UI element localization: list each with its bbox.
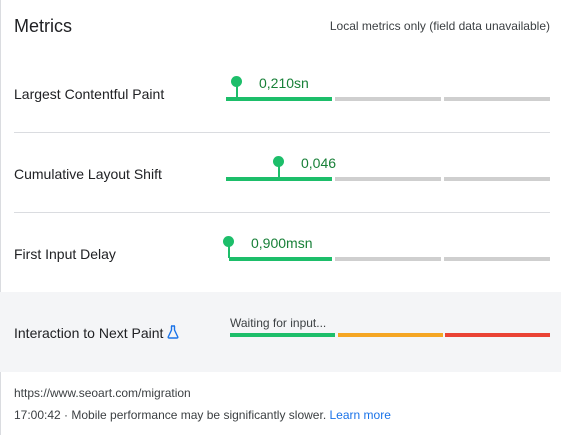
metric-label: Interaction to Next Paint — [14, 325, 164, 341]
metric-distribution-bar — [226, 257, 550, 261]
good-segment — [226, 97, 332, 101]
metric-distribution-bar — [226, 177, 550, 181]
page-title: Metrics — [14, 16, 72, 36]
learn-more-link[interactable]: Learn more — [330, 408, 391, 422]
data-source-note: Local metrics only (field data unavailab… — [329, 19, 550, 33]
metric-label: Cumulative Layout Shift — [14, 166, 162, 182]
metric-label: First Input Delay — [14, 246, 116, 262]
metric-value: 0,046 — [301, 155, 337, 171]
marker-stem — [228, 246, 230, 258]
timestamp-note: 17:00:42 · Mobile performance may be sig… — [14, 408, 327, 422]
metric-value: 0,900msn — [251, 235, 313, 251]
metric-threshold-bar — [230, 333, 550, 337]
poor-segment — [445, 333, 550, 337]
marker-stem — [236, 86, 238, 98]
metrics-header: Metrics Local metrics only (field data u… — [0, 0, 561, 52]
poor-segment — [444, 97, 550, 101]
flask-icon — [167, 325, 179, 339]
footer-note: 17:00:42 · Mobile performance may be sig… — [14, 408, 391, 422]
status-text: Waiting for input... — [230, 316, 327, 330]
metric-row-lcp[interactable]: Largest Contentful Paint 0,210sn — [0, 52, 561, 132]
page-url: https://www.seoart.com/migration — [14, 386, 191, 400]
poor-segment — [444, 177, 550, 181]
needs-improvement-segment — [338, 333, 443, 337]
needs-improvement-segment — [335, 177, 441, 181]
metric-distribution-bar — [226, 97, 550, 101]
needs-improvement-segment — [335, 97, 441, 101]
good-segment — [230, 333, 335, 337]
metric-label: Largest Contentful Paint — [14, 86, 165, 102]
marker-stem — [278, 166, 280, 178]
metric-row-fid[interactable]: First Input Delay 0,900msn — [0, 212, 561, 292]
poor-segment — [444, 257, 550, 261]
good-segment — [229, 257, 332, 261]
metric-row-inp[interactable]: Interaction to Next Paint Waiting for in… — [0, 292, 561, 372]
needs-improvement-segment — [335, 257, 441, 261]
metric-row-cls[interactable]: Cumulative Layout Shift 0,046 — [0, 132, 561, 212]
metric-value: 0,210sn — [259, 75, 309, 91]
